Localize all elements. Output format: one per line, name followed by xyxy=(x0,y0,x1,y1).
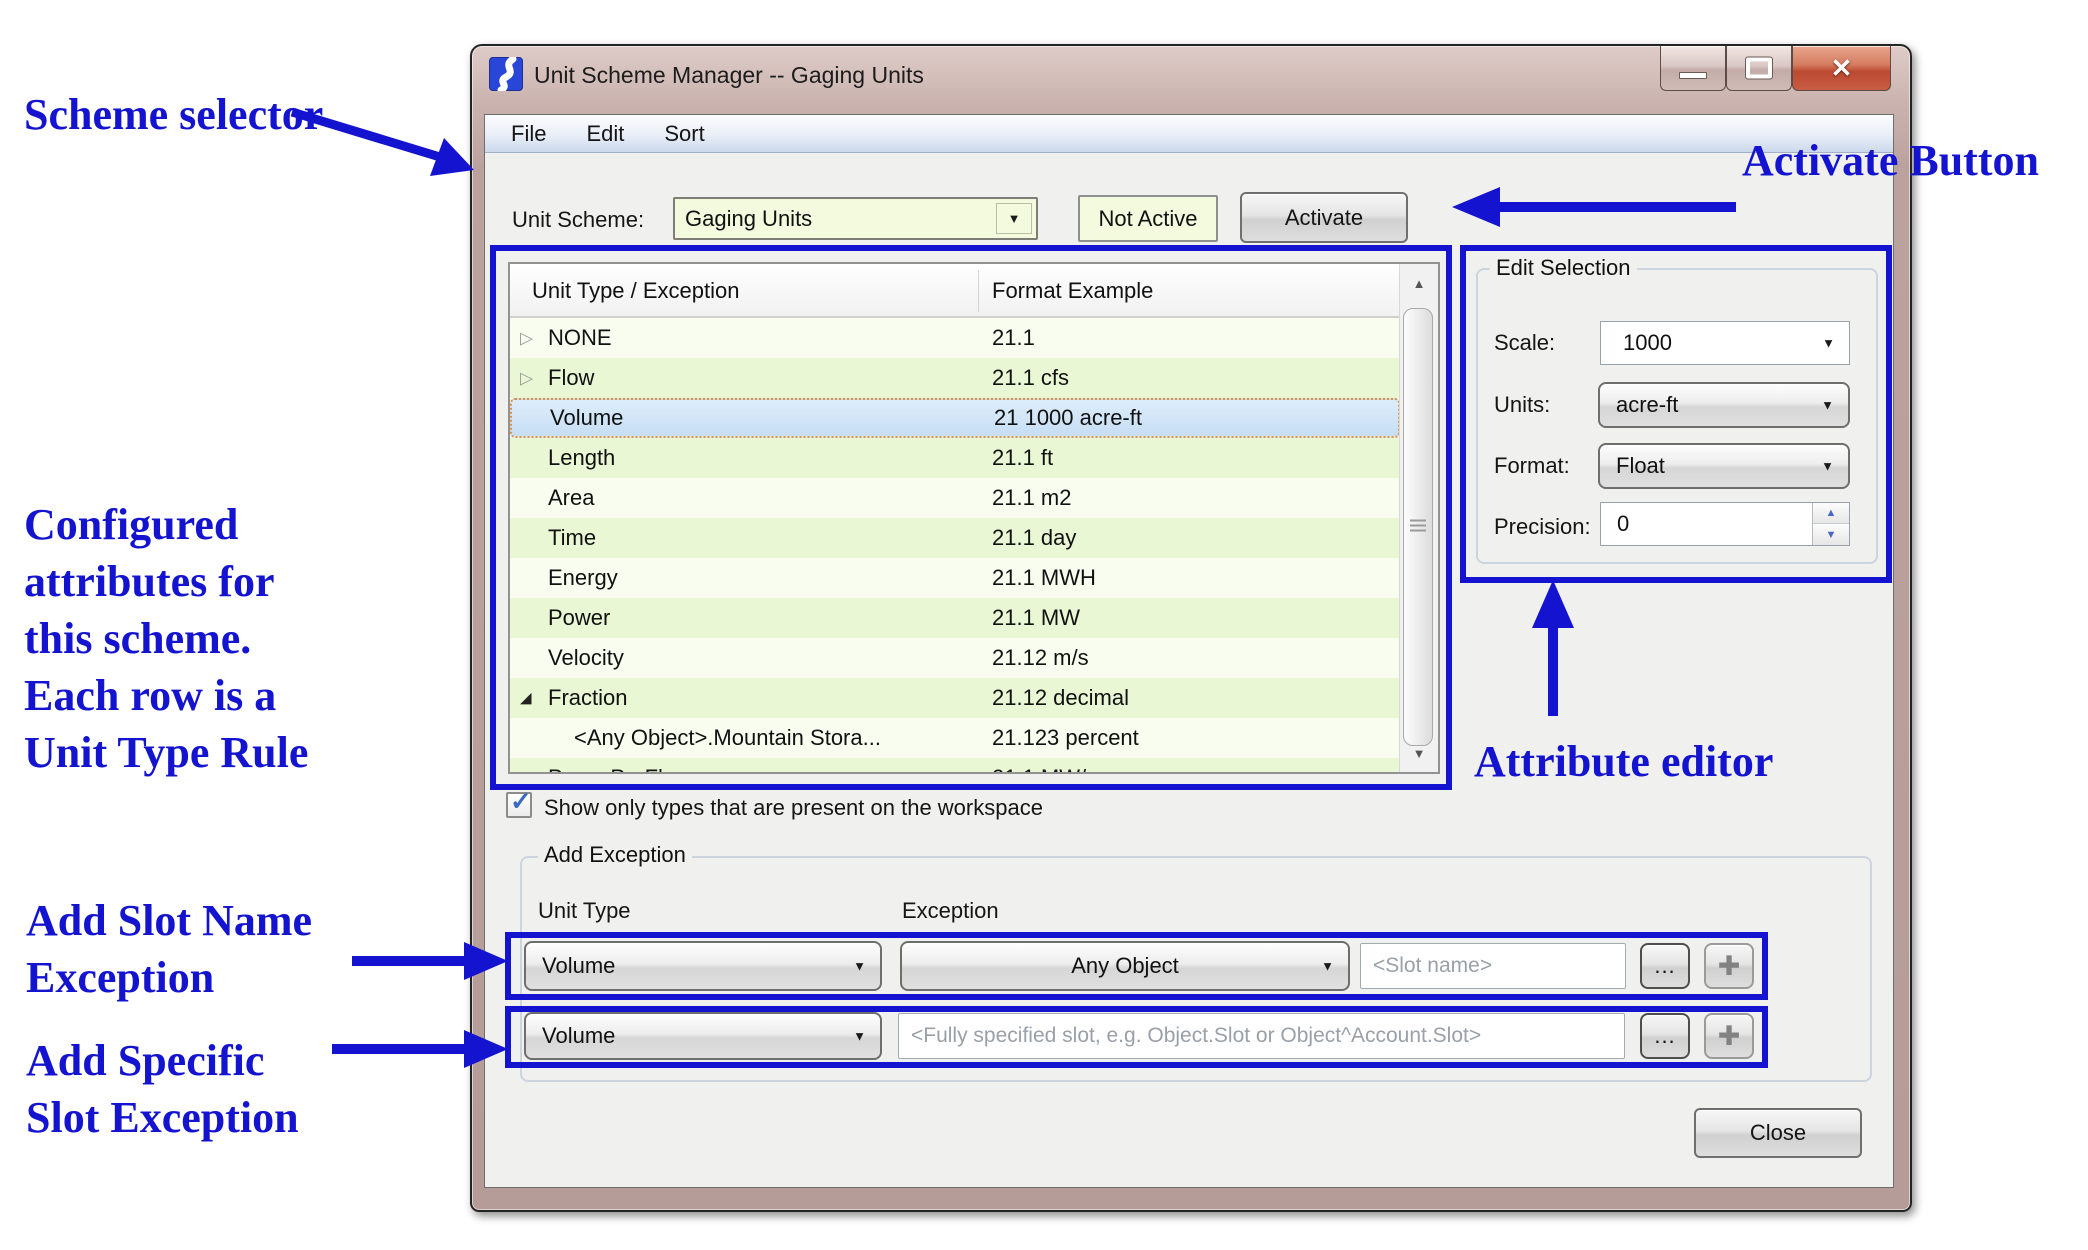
unit-scheme-label: Unit Scheme: xyxy=(512,207,644,233)
minimize-icon xyxy=(1679,72,1707,79)
annotation-configured-attributes: Configured attributes for this scheme. E… xyxy=(24,496,308,781)
window-title: Unit Scheme Manager -- Gaging Units xyxy=(534,62,924,89)
menu-edit[interactable]: Edit xyxy=(584,119,626,149)
annotation-scheme-selector: Scheme selector xyxy=(24,86,323,143)
checkmark-icon: ✓ xyxy=(510,788,532,814)
active-status-badge: Not Active xyxy=(1078,195,1218,242)
close-button[interactable]: Close xyxy=(1694,1108,1862,1158)
annotation-rect-table xyxy=(490,245,1452,790)
activate-button[interactable]: Activate xyxy=(1240,192,1408,243)
menu-sort[interactable]: Sort xyxy=(662,119,706,149)
workspace-filter-label: Show only types that are present on the … xyxy=(544,795,1043,821)
unit-scheme-dropdown-button[interactable]: ▼ xyxy=(996,203,1032,234)
maximize-icon xyxy=(1746,58,1772,79)
annotation-rect-slot-name-exception xyxy=(505,932,1768,1000)
chevron-down-icon: ▼ xyxy=(1008,212,1021,225)
minimize-button[interactable] xyxy=(1660,46,1726,91)
menu-file[interactable]: File xyxy=(509,119,548,149)
unit-scheme-combobox[interactable]: Gaging Units ▼ xyxy=(673,197,1038,240)
screenshot-canvas: Unit Scheme Manager -- Gaging Units ✕ Fi… xyxy=(0,0,2088,1250)
unit-scheme-value: Gaging Units xyxy=(675,206,812,232)
annotation-activate-button: Activate Button xyxy=(1742,132,2039,189)
unit-type-column-label: Unit Type xyxy=(538,898,631,924)
exception-column-label: Exception xyxy=(902,898,999,924)
annotation-add-slot-name: Add Slot Name Exception xyxy=(26,892,312,1006)
menu-bar: File Edit Sort xyxy=(485,115,1893,153)
add-exception-title: Add Exception xyxy=(538,842,692,868)
workspace-filter-checkbox[interactable]: ✓ xyxy=(506,792,532,818)
annotation-add-specific-slot: Add Specific Slot Exception xyxy=(26,1032,299,1146)
riverware-logo-icon xyxy=(489,57,523,91)
annotation-rect-specific-slot-exception xyxy=(505,1006,1768,1068)
close-window-button[interactable]: ✕ xyxy=(1792,46,1891,91)
maximize-button[interactable] xyxy=(1726,46,1792,91)
riverware-app-icon[interactable] xyxy=(489,57,523,91)
annotation-rect-attribute-editor xyxy=(1460,245,1892,583)
close-icon: ✕ xyxy=(1793,46,1890,90)
annotation-attribute-editor: Attribute editor xyxy=(1474,733,1773,790)
